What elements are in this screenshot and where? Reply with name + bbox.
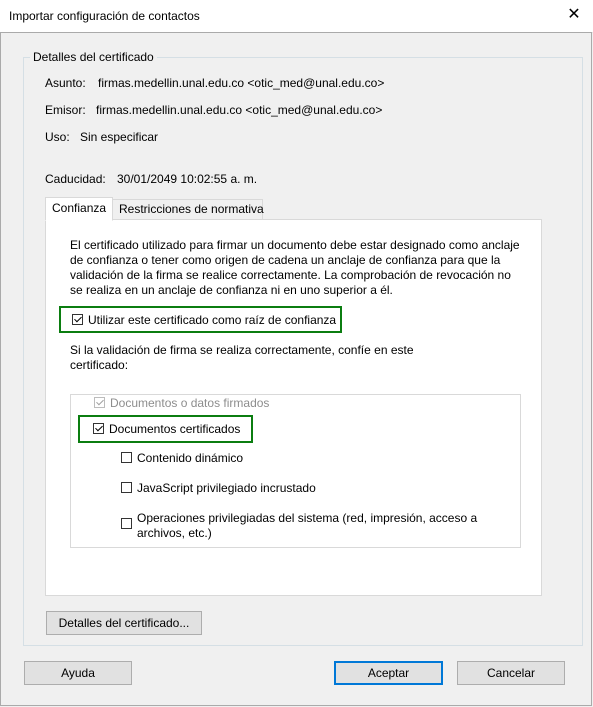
privileged-system-ops-label[interactable]: Operaciones privilegiadas del sistema (r… bbox=[137, 511, 477, 525]
privileged-system-ops-label-line2[interactable]: archivos, etc.) bbox=[137, 526, 212, 540]
tab-trust[interactable]: Confianza bbox=[45, 197, 113, 221]
trust-if-text: certificado: bbox=[70, 358, 129, 372]
trust-description-line: se realiza en un anclaje de confianza ni… bbox=[70, 283, 393, 297]
privileged-javascript-checkbox[interactable] bbox=[121, 482, 132, 493]
signed-docs-label: Documentos o datos firmados bbox=[110, 396, 270, 410]
certificate-details-button[interactable]: Detalles del certificado... bbox=[46, 611, 202, 635]
certified-docs-checkbox[interactable] bbox=[93, 423, 104, 434]
trust-description-line: de confianza o tener como origen de cade… bbox=[70, 253, 501, 267]
expiry-value: 30/01/2049 10:02:55 a. m. bbox=[117, 172, 258, 186]
dynamic-content-checkbox[interactable] bbox=[121, 452, 132, 463]
window-title: Importar configuración de contactos bbox=[9, 9, 200, 23]
dynamic-content-label[interactable]: Contenido dinámico bbox=[137, 451, 243, 465]
close-icon[interactable]: ✕ bbox=[563, 4, 585, 26]
use-as-root-checkbox[interactable] bbox=[72, 314, 83, 325]
subject-label: Asunto: bbox=[45, 76, 86, 90]
expiry-label: Caducidad: bbox=[45, 172, 106, 186]
certified-docs-label[interactable]: Documentos certificados bbox=[109, 422, 240, 436]
accept-button[interactable]: Aceptar bbox=[334, 661, 443, 685]
privileged-system-ops-checkbox[interactable] bbox=[121, 518, 132, 529]
use-label: Uso: bbox=[45, 130, 70, 144]
subject-value: firmas.medellin.unal.edu.co <otic_med@un… bbox=[98, 76, 385, 90]
help-button[interactable]: Ayuda bbox=[24, 661, 132, 685]
certificate-details-legend: Detalles del certificado bbox=[30, 50, 157, 64]
tab-policy-restrictions[interactable]: Restricciones de normativa bbox=[112, 199, 264, 220]
signed-docs-checkbox bbox=[94, 397, 105, 408]
use-value: Sin especificar bbox=[80, 130, 159, 144]
cancel-button[interactable]: Cancelar bbox=[457, 661, 565, 685]
privileged-javascript-label[interactable]: JavaScript privilegiado incrustado bbox=[137, 481, 316, 495]
trust-description-line: El certificado utilizado para firmar un … bbox=[70, 238, 520, 252]
use-as-root-label[interactable]: Utilizar este certificado como raíz de c… bbox=[88, 313, 336, 327]
issuer-value: firmas.medellin.unal.edu.co <otic_med@un… bbox=[96, 103, 383, 117]
issuer-label: Emisor: bbox=[45, 103, 86, 117]
trust-if-text: Si la validación de firma se realiza cor… bbox=[70, 343, 414, 357]
trust-description: El certificado utilizado para firmar un … bbox=[70, 238, 530, 298]
trust-description-line: validación de la firma se realice correc… bbox=[70, 268, 511, 282]
